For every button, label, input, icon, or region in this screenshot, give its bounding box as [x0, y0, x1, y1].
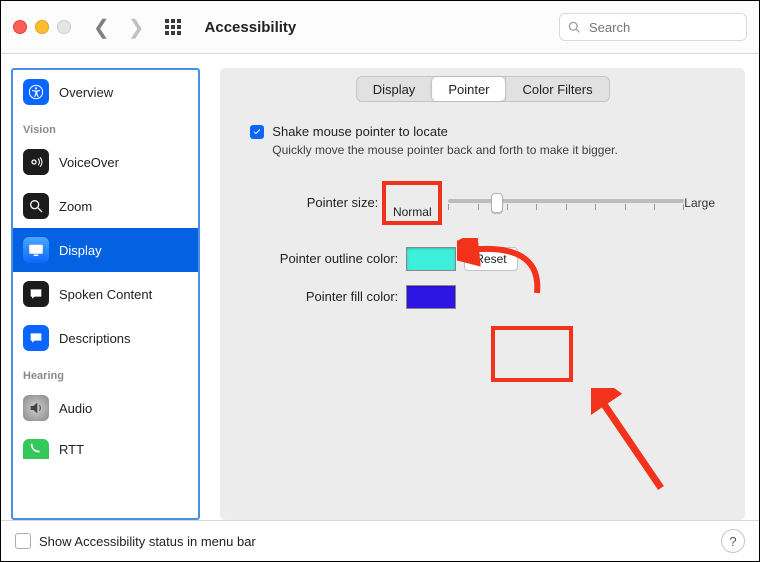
search-field[interactable] [559, 13, 747, 41]
close-window-button[interactable] [13, 20, 27, 34]
sidebar-heading-hearing: Hearing [13, 360, 198, 386]
display-icon [23, 237, 49, 263]
window-title: Accessibility [205, 19, 297, 36]
sidebar-item-rtt[interactable]: RTT [13, 430, 198, 468]
minimize-window-button[interactable] [35, 20, 49, 34]
slider-thumb[interactable] [491, 193, 503, 213]
voiceover-icon [23, 149, 49, 175]
forward-button[interactable]: ❯ [128, 15, 145, 40]
sidebar-item-label: Zoom [59, 199, 92, 214]
rtt-icon [23, 439, 49, 459]
zoom-icon [23, 193, 49, 219]
sidebar-item-label: Overview [59, 85, 113, 100]
menu-bar-status-checkbox[interactable] [15, 533, 31, 549]
accessibility-icon [23, 79, 49, 105]
help-button[interactable]: ? [721, 529, 745, 553]
sidebar-item-label: Display [59, 243, 102, 258]
sidebar-item-label: Audio [59, 401, 92, 416]
descriptions-icon [23, 325, 49, 351]
sidebar-item-voiceover[interactable]: VoiceOver [13, 140, 198, 184]
sidebar-item-spoken-content[interactable]: Spoken Content [13, 272, 198, 316]
traffic-lights [13, 20, 71, 34]
annotation-box-reset [491, 326, 573, 382]
sidebar-item-zoom[interactable]: Zoom [13, 184, 198, 228]
annotation-box-normal: Normal [382, 181, 442, 225]
pointer-size-max-label: Large [684, 196, 715, 210]
shake-description: Quickly move the mouse pointer back and … [272, 143, 632, 159]
sidebar-item-label: VoiceOver [59, 155, 119, 170]
nav-arrows: ❮ ❯ [93, 15, 145, 40]
footer: Show Accessibility status in menu bar ? [1, 520, 759, 561]
pointer-fill-color-swatch[interactable] [406, 285, 456, 309]
sidebar-item-label: Spoken Content [59, 287, 152, 302]
spoken-content-icon [23, 281, 49, 307]
search-icon [568, 21, 581, 34]
sidebar: Overview Vision VoiceOver Zoom [11, 68, 200, 520]
shake-checkbox[interactable] [250, 125, 264, 139]
back-button[interactable]: ❮ [93, 15, 110, 40]
titlebar: ❮ ❯ Accessibility [1, 1, 759, 54]
pointer-fill-label: Pointer fill color: [250, 289, 398, 304]
sidebar-item-label: Descriptions [59, 331, 131, 346]
accessibility-window: ❮ ❯ Accessibility Overview [0, 0, 760, 562]
audio-icon [23, 395, 49, 421]
sidebar-item-label: RTT [59, 442, 84, 457]
pointer-size-label: Pointer size: [250, 195, 378, 210]
sidebar-item-descriptions[interactable]: Descriptions [13, 316, 198, 360]
pointer-outline-color-swatch[interactable] [406, 247, 456, 271]
sidebar-heading-vision: Vision [13, 114, 198, 140]
pointer-size-min-label: Normal [393, 205, 432, 219]
pointer-size-slider[interactable] [448, 185, 684, 221]
menu-bar-status-label: Show Accessibility status in menu bar [39, 534, 256, 549]
zoom-window-button[interactable] [57, 20, 71, 34]
shake-label: Shake mouse pointer to locate [272, 124, 448, 139]
sidebar-item-overview[interactable]: Overview [13, 70, 198, 114]
sidebar-item-display[interactable]: Display [13, 228, 198, 272]
settings-panel: Display Pointer Color Filters Shake mous… [220, 68, 745, 520]
reset-button[interactable]: Reset [464, 247, 517, 271]
pointer-outline-label: Pointer outline color: [250, 251, 398, 266]
show-all-icon[interactable] [165, 19, 181, 35]
sidebar-item-audio[interactable]: Audio [13, 386, 198, 430]
search-input[interactable] [587, 19, 711, 36]
